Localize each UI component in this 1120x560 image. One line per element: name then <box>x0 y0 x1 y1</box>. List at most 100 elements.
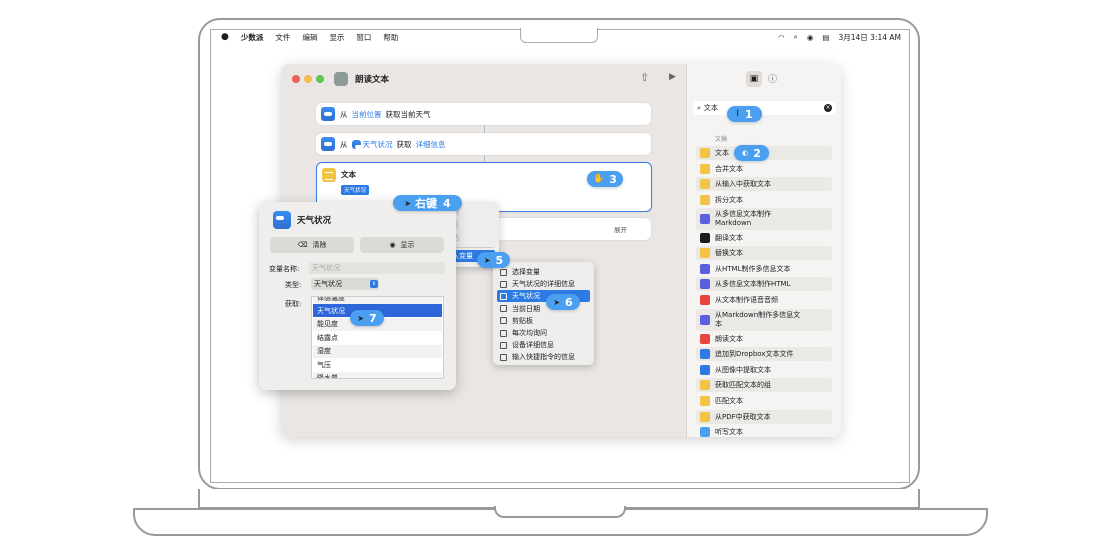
property-list[interactable]: 体感温度 天气状况 能见度 结露点 湿度 气压 降水量 <box>311 296 444 379</box>
property-list-item[interactable]: 结露点 <box>313 331 442 344</box>
action-item-label: 匹配文本 <box>715 397 743 405</box>
run-icon[interactable]: ▶ <box>669 72 676 82</box>
action-item-label: 翻译文本 <box>715 234 743 242</box>
zoom-button[interactable] <box>316 75 324 83</box>
spotlight-icon[interactable]: ⌕ <box>794 32 798 42</box>
variable-name-field[interactable]: 天气状况 <box>309 262 445 274</box>
location-parameter[interactable]: 当前位置 <box>352 109 382 120</box>
search-field[interactable]: ⌕ 文本 × <box>693 101 836 115</box>
action-item-label: 合并文本 <box>715 165 743 173</box>
weather-variable-token[interactable]: 天气状况 <box>351 139 393 150</box>
action-item[interactable]: 匹配文本 <box>696 394 832 408</box>
control-center-icon[interactable]: ▤ <box>822 33 829 42</box>
arrow-cursor-icon: ➤ <box>357 313 365 323</box>
variable-name-placeholder: 天气状况 <box>312 264 340 272</box>
action-item[interactable]: 替换文本 <box>696 246 832 260</box>
action-item[interactable]: 从多信息文本制作Markdown <box>696 208 832 230</box>
variable-menu-item[interactable]: 剪贴板 <box>497 315 590 327</box>
section-header: 文稿 <box>715 136 728 143</box>
action-item[interactable]: 从Markdown制作多信息文本 <box>696 309 832 331</box>
hand-cursor-icon: ✋ <box>593 174 605 184</box>
action-item-label: 追加到Dropbox文本文件 <box>715 350 794 358</box>
action-icon <box>700 315 710 325</box>
action-item[interactable]: 翻译文本 <box>696 231 832 245</box>
badge-number: 6 <box>565 295 573 309</box>
variable-popover: 天气状况 ⌫ 清除 ◉ 显示 变量名称: 天气状况 类型: 天气状况 ⇕ 获取: 体感… <box>259 202 456 390</box>
property-list-item[interactable]: 降水量 <box>313 371 442 378</box>
action-icon <box>700 412 710 422</box>
close-button[interactable] <box>292 75 300 83</box>
menubar-clock[interactable]: 3月14日 3:14 AM <box>838 32 901 43</box>
action-item[interactable]: 合并文本 <box>696 162 832 176</box>
action-item-label: 听写文本 <box>715 428 743 436</box>
detail-parameter[interactable]: 详细信息 <box>416 139 446 150</box>
badge-label: 右键 <box>415 197 438 210</box>
variable-menu-item[interactable]: 设备详细信息 <box>497 339 590 351</box>
property-list-item[interactable]: 体感温度 <box>313 296 442 304</box>
badge-number: 7 <box>369 311 377 325</box>
variable-menu-item[interactable]: 天气状况的详细信息 <box>497 278 590 290</box>
badge-number: 5 <box>495 253 504 267</box>
action-text: 获取 <box>396 139 412 149</box>
get-label: 获取: <box>285 300 302 308</box>
menu-window[interactable]: 窗口 <box>356 32 371 43</box>
action-item-label: 从图像中提取文本 <box>715 366 771 374</box>
menu-app-name[interactable]: 少数派 <box>241 32 264 43</box>
property-list-item[interactable]: 湿度 <box>313 344 442 358</box>
wifi-icon[interactable]: ◠ <box>778 33 785 42</box>
clear-search-icon[interactable]: × <box>824 104 832 112</box>
variable-menu-item[interactable]: 输入快捷指令的信息 <box>497 351 590 363</box>
action-item[interactable]: 获取匹配文本的组 <box>696 378 832 392</box>
step-badge-5: ➤ 5 <box>477 252 510 268</box>
share-icon[interactable]: ⇧ <box>640 71 649 84</box>
text-variable-token[interactable]: 天气状况 <box>341 185 370 195</box>
action-item-label: 从文本制作语音音频 <box>715 296 778 304</box>
clear-button[interactable]: ⌫ 清除 <box>270 237 354 253</box>
type-select[interactable]: 天气状况 ⇕ <box>311 278 379 290</box>
action-item[interactable]: 从多信息文本制作HTML <box>696 277 832 291</box>
user-icon[interactable]: ◉ <box>807 33 814 42</box>
apple-menu-icon[interactable]: ● <box>221 32 229 42</box>
action-icon <box>700 279 710 289</box>
search-input[interactable]: 文本 <box>704 103 718 113</box>
minimize-button[interactable] <box>304 75 312 83</box>
menu-help[interactable]: 帮助 <box>383 32 398 43</box>
property-list-item[interactable]: 气压 <box>313 358 442 371</box>
variable-menu-item[interactable]: 每次均询问 <box>497 327 590 339</box>
variable-menu-item[interactable]: 选择变量 <box>497 266 590 278</box>
variable-icon <box>500 353 507 361</box>
button-label: 显示 <box>400 241 415 249</box>
menu-edit[interactable]: 编辑 <box>302 32 317 43</box>
action-item[interactable]: 从输入中获取文本 <box>696 177 832 191</box>
action-item[interactable]: 从图像中提取文本 <box>696 363 832 377</box>
show-button[interactable]: ◉ 显示 <box>360 237 444 253</box>
info-icon[interactable]: ⓘ <box>768 72 777 85</box>
step-badge-2: ◐ 2 <box>734 145 769 161</box>
variable-menu-label: 输入快捷指令的信息 <box>512 353 575 362</box>
menu-view[interactable]: 显示 <box>329 32 344 43</box>
action-item-label: 从HTML制作多信息文本 <box>715 265 791 273</box>
action-icon <box>700 248 710 258</box>
shortcut-icon <box>334 72 348 86</box>
action-library-tab-icon[interactable]: ▣ <box>746 71 762 87</box>
property-label: 结露点 <box>317 333 338 342</box>
action-item[interactable]: 听写文本 <box>696 425 832 437</box>
action-item[interactable]: 拆分文本 <box>696 193 832 207</box>
property-label: 天气状况 <box>317 306 345 315</box>
action-get-details[interactable]: 从 天气状况 获取 详细信息 <box>316 133 651 155</box>
expand-link[interactable]: 展开 <box>614 224 627 234</box>
action-item[interactable]: 朗读文本 <box>696 332 832 346</box>
action-item[interactable]: 追加到Dropbox文本文件 <box>696 347 832 361</box>
variable-icon <box>500 329 507 337</box>
step-badge-3: ✋ 3 <box>587 171 623 187</box>
action-item[interactable]: 从HTML制作多信息文本 <box>696 262 832 276</box>
cursor-text-icon: I <box>736 109 739 119</box>
action-item[interactable]: 从文本制作语音音频 <box>696 293 832 307</box>
action-get-weather[interactable]: 从 当前位置 获取当前天气 <box>316 103 651 125</box>
action-item[interactable]: 从PDF中获取文本 <box>696 410 832 424</box>
menu-file[interactable]: 文件 <box>275 32 290 43</box>
property-label: 体感温度 <box>317 296 345 302</box>
name-label: 变量名称: <box>269 265 300 273</box>
action-library-sidebar: ▣ ⓘ ⌕ 文本 × 文稿 文本 合并文本 从输入中获取文本 拆分文本 从多信息文本制作… <box>686 64 841 437</box>
weather-app-icon <box>321 107 335 121</box>
